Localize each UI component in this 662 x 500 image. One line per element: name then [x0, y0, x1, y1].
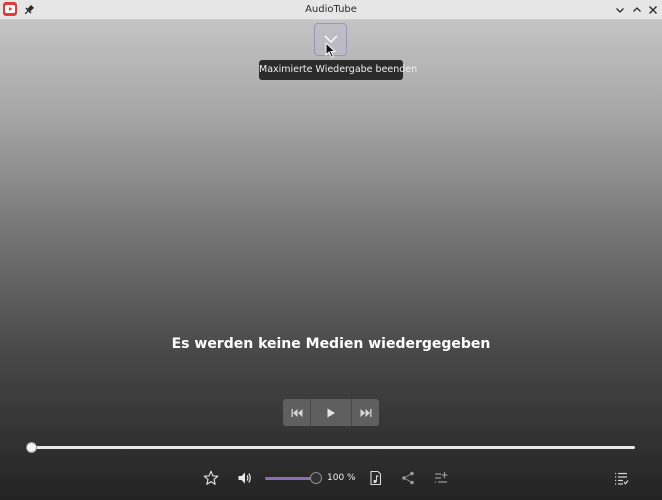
volume-percentage: 100 % — [327, 473, 356, 483]
volume-slider[interactable] — [265, 471, 325, 485]
share-icon — [402, 471, 414, 485]
add-to-queue-icon — [435, 472, 448, 483]
progress-handle[interactable] — [26, 442, 37, 453]
close-button[interactable] — [646, 2, 660, 16]
next-button[interactable] — [352, 399, 379, 426]
star-icon — [203, 470, 219, 485]
previous-button[interactable] — [283, 399, 310, 426]
mouse-cursor-icon — [325, 41, 337, 59]
progress-slider[interactable] — [26, 441, 637, 455]
lyrics-button[interactable] — [368, 470, 384, 486]
progress-track[interactable] — [30, 446, 635, 449]
title-bar: AudioTube — [0, 0, 662, 20]
play-icon — [327, 408, 335, 417]
window-title: AudioTube — [305, 4, 357, 15]
favorite-button[interactable] — [203, 470, 219, 486]
skip-next-icon — [360, 408, 371, 417]
volume-track[interactable] — [265, 477, 316, 480]
mute-button[interactable] — [237, 470, 253, 486]
skip-previous-icon — [291, 408, 302, 417]
playback-controls — [283, 399, 379, 426]
queue-button[interactable] — [613, 470, 629, 486]
share-button[interactable] — [400, 470, 416, 486]
empty-state-message: Es werden keine Medien wiedergegeben — [171, 336, 491, 352]
audiotube-window: AudioTube Maximierte Wiedergabe beenden — [0, 0, 662, 500]
volume-icon — [238, 472, 251, 484]
collapse-tooltip: Maximierte Wiedergabe beenden — [259, 60, 417, 80]
add-to-queue-button[interactable] — [433, 470, 449, 486]
queue-icon — [615, 472, 629, 485]
maximized-player: Maximierte Wiedergabe beenden Es werden … — [0, 20, 662, 500]
minimize-button[interactable] — [613, 2, 627, 16]
volume-handle[interactable] — [310, 472, 322, 484]
play-button[interactable] — [311, 399, 351, 426]
maximize-button[interactable] — [630, 2, 644, 16]
lyrics-icon — [370, 470, 382, 486]
